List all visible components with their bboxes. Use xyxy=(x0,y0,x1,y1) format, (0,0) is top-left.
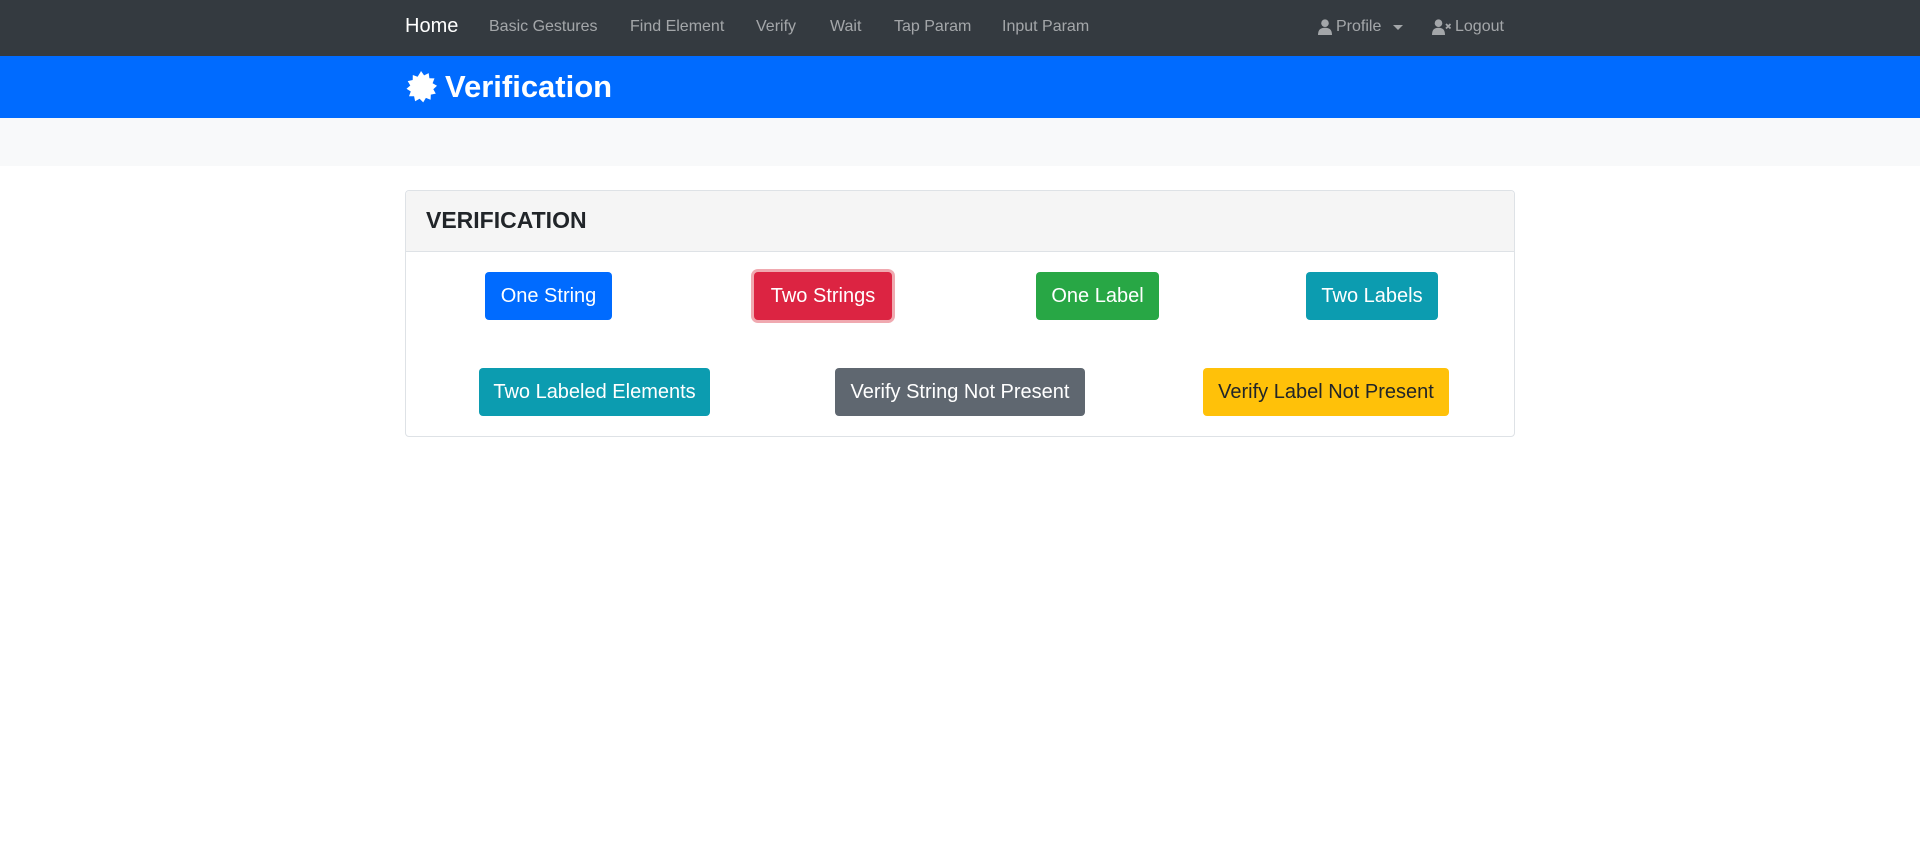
verify-label-not-present-button[interactable]: Verify Label Not Present xyxy=(1203,368,1449,416)
one-string-button[interactable]: One String xyxy=(485,272,612,320)
nav-link-verify[interactable]: Verify xyxy=(756,18,796,36)
card-title: VERIFICATION xyxy=(426,207,587,233)
subheader-band xyxy=(0,118,1920,166)
profile-label: Profile xyxy=(1336,18,1382,35)
logout-label: Logout xyxy=(1455,18,1504,35)
nav-link-input-param[interactable]: Input Param xyxy=(1002,18,1089,36)
verify-string-not-present-button[interactable]: Verify String Not Present xyxy=(835,368,1085,416)
profile-dropdown[interactable]: Profile xyxy=(1318,18,1404,36)
nav-link-basic-gestures[interactable]: Basic Gestures xyxy=(489,18,597,36)
nav-link-wait[interactable]: Wait xyxy=(830,18,861,36)
one-label-button[interactable]: One Label xyxy=(1036,272,1159,320)
card-header: VERIFICATION xyxy=(406,191,1514,252)
two-labeled-elements-button[interactable]: Two Labeled Elements xyxy=(479,368,710,416)
page-title: Verification xyxy=(405,64,612,110)
page-title-text: Verification xyxy=(445,69,613,104)
verification-card: VERIFICATION One String Two Strings One … xyxy=(405,190,1515,437)
page-header: Verification xyxy=(0,56,1920,118)
navbar-container: Home Basic Gestures Find Element Verify … xyxy=(0,0,1920,56)
certificate-icon xyxy=(406,71,437,103)
two-labels-button[interactable]: Two Labels xyxy=(1306,272,1438,320)
nav-link-find-element[interactable]: Find Element xyxy=(630,18,724,36)
nav-home-brand[interactable]: Home xyxy=(405,15,458,38)
logout-link[interactable]: Logout xyxy=(1432,18,1504,36)
user-times-icon xyxy=(1432,19,1451,35)
top-navbar: Home Basic Gestures Find Element Verify … xyxy=(0,0,1920,56)
user-icon xyxy=(1318,19,1332,35)
two-strings-button[interactable]: Two Strings xyxy=(754,272,892,320)
caret-down-icon xyxy=(1393,24,1404,30)
nav-link-tap-param[interactable]: Tap Param xyxy=(894,18,971,36)
